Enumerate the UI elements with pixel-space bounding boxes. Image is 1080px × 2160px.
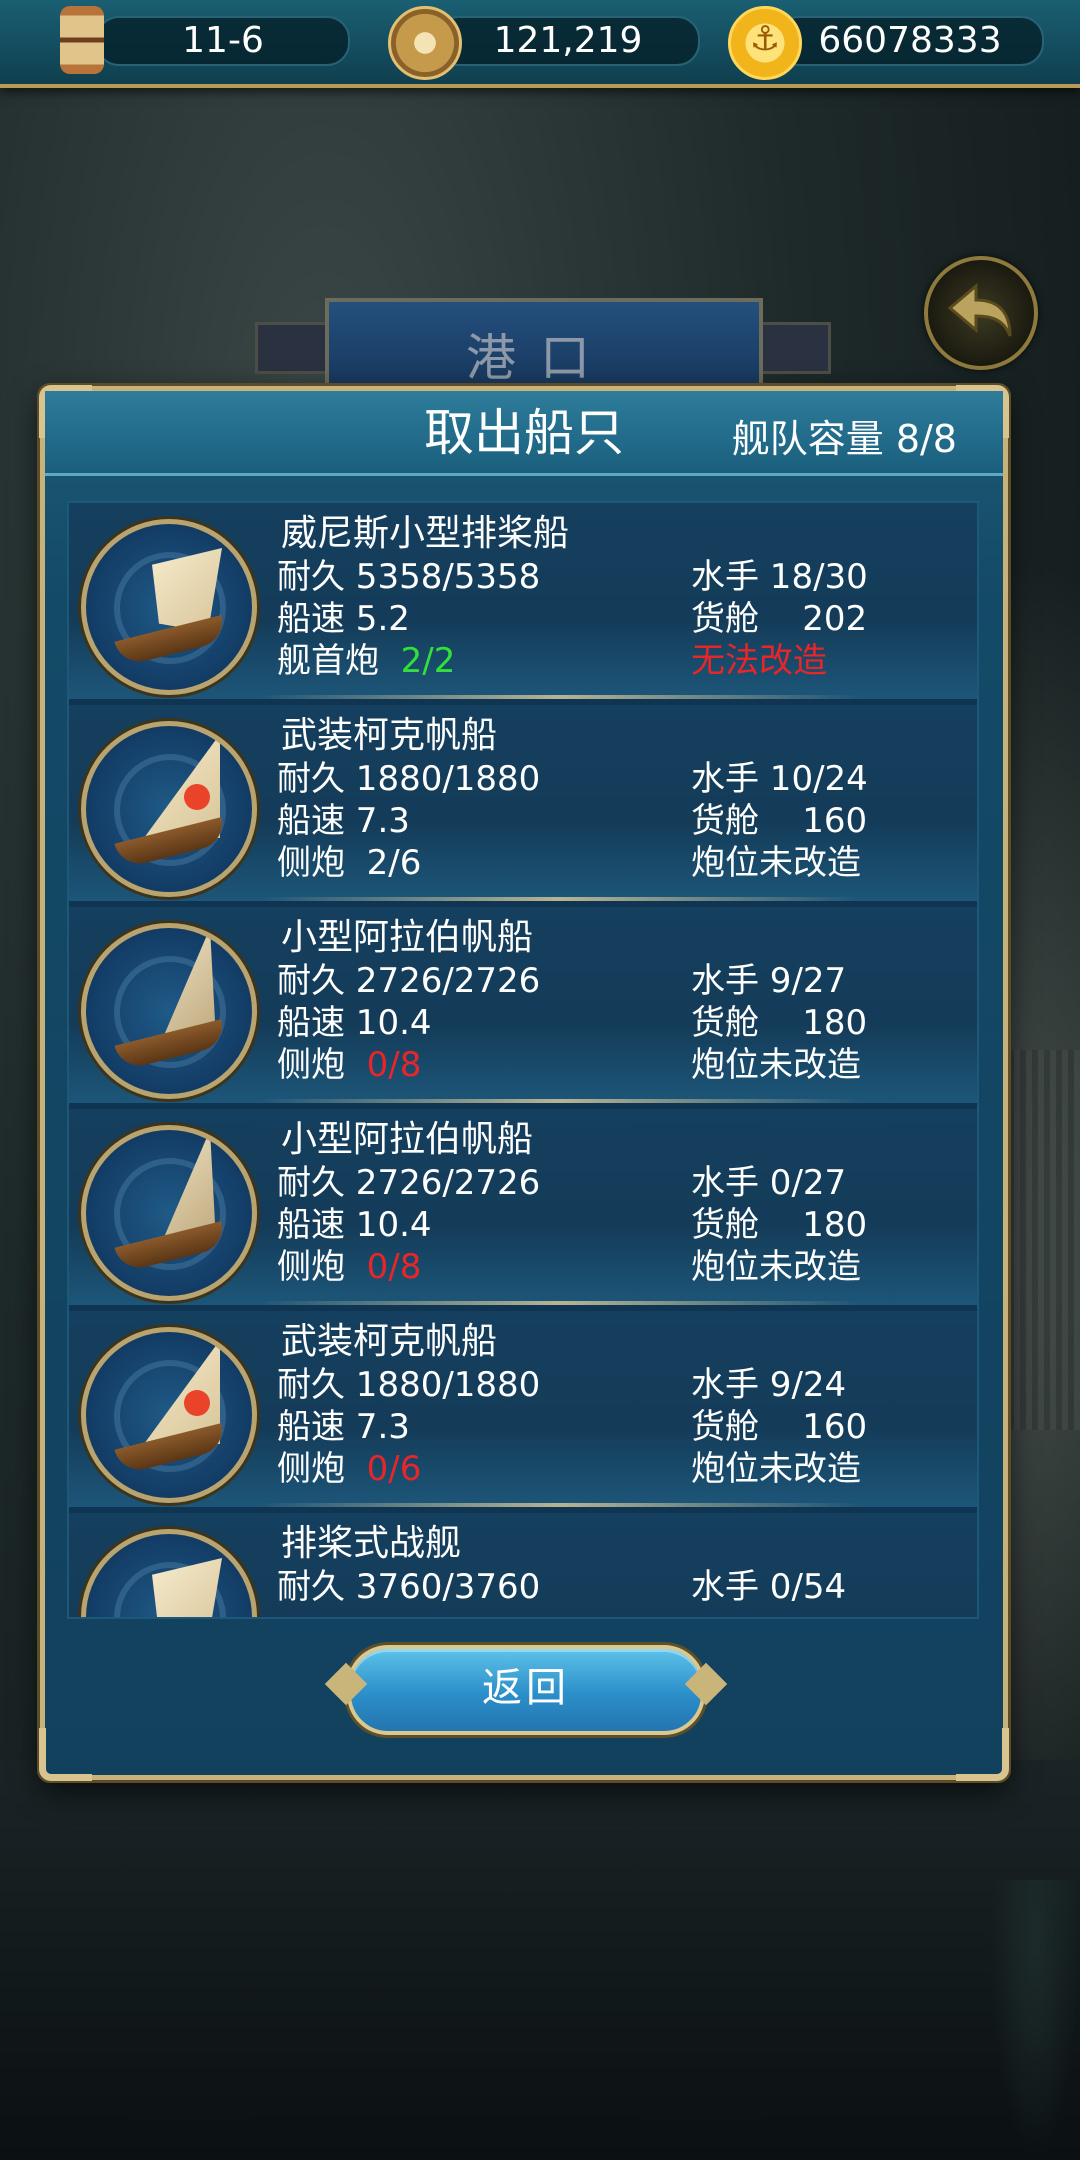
cannon-stat: 侧炮 2/6	[277, 843, 421, 883]
speed: 船速 10.4	[277, 1003, 432, 1043]
return-button-label: 返回	[482, 1665, 570, 1711]
hourglass-icon	[60, 6, 104, 74]
speed: 船速 5.2	[277, 599, 410, 639]
gold-coin-icon	[728, 6, 802, 80]
dhow-ship-icon	[81, 1125, 257, 1301]
ship-row[interactable]: 小型阿拉伯帆船 耐久 2726/2726 水手 9/27 船速 10.4 货舱 …	[69, 907, 977, 1107]
speed: 船速 7.3	[277, 1407, 410, 1447]
cannon-stat: 舰首炮 2/2	[277, 641, 455, 681]
time-value: 11-6	[182, 20, 264, 61]
gold-resource: 66078333	[776, 16, 1044, 66]
sailors: 水手 9/24	[691, 1365, 847, 1405]
back-button[interactable]	[924, 256, 1038, 370]
fleet-capacity: 舰队容量 8/8	[731, 417, 957, 461]
gold-value: 66078333	[818, 20, 1002, 61]
resource-bar: 11-6 121,219 66078333	[0, 0, 1080, 88]
sailors: 水手 0/54	[691, 1567, 847, 1607]
dialog-header: 取出船只 舰队容量 8/8	[45, 391, 1003, 476]
cargo: 货舱 160	[691, 801, 868, 841]
cannon-stat: 侧炮 0/6	[277, 1449, 421, 1489]
sailors: 水手 0/27	[691, 1163, 847, 1203]
modification-status: 炮位未改造	[691, 1247, 861, 1287]
ship-name: 武装柯克帆船	[281, 715, 498, 756]
withdraw-ship-dialog: 取出船只 舰队容量 8/8 威尼斯小型排桨船 耐久 5358/5358 水手 1…	[39, 385, 1009, 1781]
durability: 耐久 2726/2726	[277, 961, 541, 1001]
corner-ornament	[956, 1728, 1009, 1781]
cannon-value: 2/2	[400, 641, 456, 681]
cannon-value: 0/6	[366, 1449, 422, 1489]
time-resource: 11-6	[96, 16, 350, 66]
durability: 耐久 1880/1880	[277, 759, 541, 799]
sailors: 水手 9/27	[691, 961, 847, 1001]
cannon-label: 侧炮	[277, 1247, 345, 1287]
compass-icon	[388, 6, 462, 80]
ship-row[interactable]: 威尼斯小型排桨船 耐久 5358/5358 水手 18/30 船速 5.2 货舱…	[69, 503, 977, 703]
cannon-stat: 侧炮 0/8	[277, 1045, 421, 1085]
back-arrow-icon	[947, 282, 1012, 337]
sailors: 水手 18/30	[691, 557, 868, 597]
durability: 耐久 3760/3760	[277, 1567, 541, 1607]
cannon-label: 侧炮	[277, 1449, 345, 1489]
ship-name: 威尼斯小型排桨船	[281, 513, 570, 554]
cannon-stat: 侧炮 0/8	[277, 1247, 421, 1287]
speed: 船速 10.4	[277, 1205, 432, 1245]
cannon-label: 侧炮	[277, 843, 345, 883]
durability: 耐久 2726/2726	[277, 1163, 541, 1203]
row-divider	[259, 695, 859, 699]
ship-list[interactable]: 威尼斯小型排桨船 耐久 5358/5358 水手 18/30 船速 5.2 货舱…	[67, 501, 979, 1619]
dhow-ship-icon	[81, 923, 257, 1099]
ship-name: 小型阿拉伯帆船	[281, 1119, 534, 1160]
cargo: 货舱 180	[691, 1003, 868, 1043]
cog-ship-icon	[81, 1327, 257, 1503]
background-palm	[990, 1880, 1080, 2160]
ship-row[interactable]: 武装柯克帆船 耐久 1880/1880 水手 9/24 船速 7.3 货舱 16…	[69, 1311, 977, 1511]
modification-status: 炮位未改造	[691, 1045, 861, 1085]
return-button[interactable]: 返回	[347, 1645, 705, 1735]
reputation-value: 121,219	[493, 20, 643, 61]
cannon-label: 舰首炮	[277, 641, 379, 681]
cargo: 货舱 160	[691, 1407, 868, 1447]
port-banner-wing-right	[755, 322, 831, 374]
port-title: 港口	[466, 329, 614, 387]
modification-status: 炮位未改造	[691, 1449, 861, 1489]
row-divider	[259, 897, 859, 901]
ship-name: 排桨式战舰	[281, 1523, 462, 1564]
ship-row[interactable]: 小型阿拉伯帆船 耐久 2726/2726 水手 0/27 船速 10.4 货舱 …	[69, 1109, 977, 1309]
speed: 船速 7.3	[277, 801, 410, 841]
port-banner-wing-left	[255, 322, 331, 374]
modification-status: 炮位未改造	[691, 843, 861, 883]
background-sea	[0, 1760, 1080, 2160]
durability: 耐久 1880/1880	[277, 1365, 541, 1405]
cannon-value: 0/8	[366, 1247, 422, 1287]
ship-name: 小型阿拉伯帆船	[281, 917, 534, 958]
ship-name: 武装柯克帆船	[281, 1321, 498, 1362]
row-divider	[259, 1099, 859, 1103]
ship-row[interactable]: 排桨式战舰 耐久 3760/3760 水手 0/54	[69, 1513, 977, 1617]
cannon-label: 侧炮	[277, 1045, 345, 1085]
cannon-value: 2/6	[366, 843, 422, 883]
galley-ship-icon	[81, 519, 257, 695]
cog-ship-icon	[81, 721, 257, 897]
sailors: 水手 10/24	[691, 759, 868, 799]
modification-status: 无法改造	[691, 641, 827, 681]
corner-ornament	[39, 1728, 92, 1781]
row-divider	[259, 1503, 859, 1507]
ship-row[interactable]: 武装柯克帆船 耐久 1880/1880 水手 10/24 船速 7.3 货舱 1…	[69, 705, 977, 905]
row-divider	[259, 1301, 859, 1305]
reputation-resource: 121,219	[436, 16, 700, 66]
cannon-value: 0/8	[366, 1045, 422, 1085]
durability: 耐久 5358/5358	[277, 557, 541, 597]
cargo: 货舱 180	[691, 1205, 868, 1245]
cargo: 货舱 202	[691, 599, 868, 639]
